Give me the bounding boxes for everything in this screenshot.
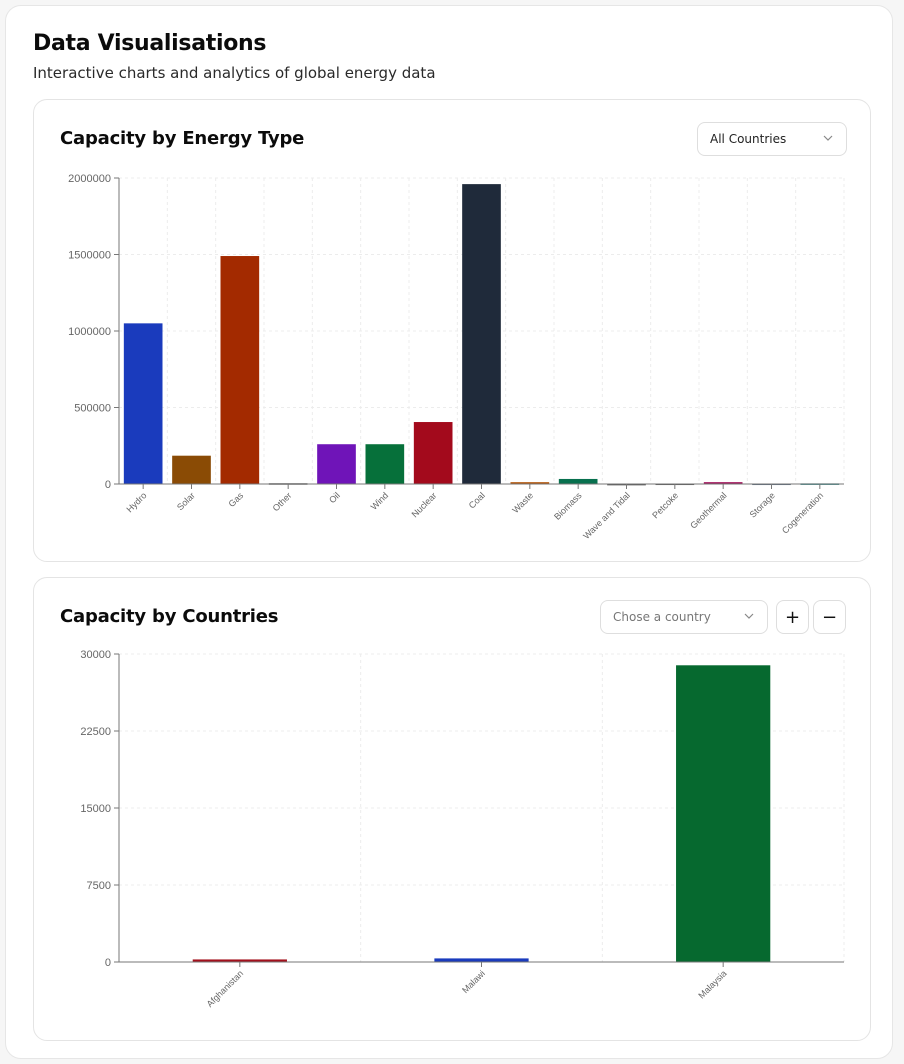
- bar-nuclear[interactable]: [413, 422, 453, 484]
- x-tick-label: Oil: [327, 490, 342, 505]
- y-tick-label: 1500000: [68, 250, 111, 262]
- bar-solar[interactable]: [172, 455, 211, 484]
- y-tick-label: 1000000: [68, 326, 111, 338]
- energy-type-card: Capacity by Energy Type All Countries 05…: [33, 99, 871, 562]
- y-tick-label: 0: [105, 957, 111, 969]
- y-tick-label: 500000: [74, 403, 111, 415]
- x-tick-label: Storage: [748, 490, 777, 519]
- energy-type-bar-chart: 0 500000 1000000 1500000 2000000 Hydro Solar Ga…: [68, 173, 845, 541]
- page-subtitle: Interactive charts and analytics of glob…: [33, 64, 436, 82]
- x-tick-label: Waste: [510, 490, 535, 515]
- bar-gas[interactable]: [220, 256, 260, 484]
- x-tick-label: Solar: [175, 490, 197, 512]
- y-tick-label: 7500: [87, 880, 111, 892]
- bar-oil[interactable]: [317, 444, 356, 484]
- y-tick-label: 0: [105, 479, 111, 491]
- x-tick-label: Malawi: [460, 968, 487, 995]
- y-tick-label: 2000000: [68, 173, 111, 185]
- x-tick-label: Gas: [226, 490, 245, 509]
- x-tick-label: Malaysia: [696, 968, 728, 1000]
- bar-malawi[interactable]: [434, 958, 529, 962]
- countries-bar-chart: 0 7500 15000 22500 30000 Afghanistan Malawi Mal…: [80, 649, 845, 1009]
- bar-wind[interactable]: [365, 444, 405, 484]
- page-title: Data Visualisations: [33, 31, 267, 56]
- countries-card: Capacity by Countries Chose a country + …: [33, 577, 871, 1041]
- bar-malaysia[interactable]: [676, 665, 771, 962]
- x-tick-label: Hydro: [125, 490, 149, 514]
- x-tick-label: Wind: [369, 490, 391, 512]
- y-tick-label: 22500: [80, 726, 111, 738]
- x-tick-label: Petcoke: [650, 490, 680, 520]
- y-tick-label: 30000: [80, 649, 111, 661]
- x-tick-label: Other: [271, 490, 294, 513]
- x-tick-label: Nuclear: [410, 490, 439, 519]
- x-tick-label: Geothermal: [688, 490, 728, 530]
- y-tick-label: 15000: [80, 803, 111, 815]
- x-tick-label: Cogeneration: [780, 490, 825, 535]
- x-tick-label: Wave and Tidal: [581, 490, 632, 541]
- x-tick-label: Coal: [467, 490, 487, 510]
- bar-hydro[interactable]: [123, 323, 163, 484]
- bar-coal[interactable]: [462, 184, 501, 484]
- bar-biomass[interactable]: [558, 478, 598, 484]
- visualisations-panel: Data Visualisations Interactive charts a…: [5, 5, 893, 1059]
- x-tick-label: Biomass: [552, 490, 584, 522]
- x-tick-label: Afghanistan: [205, 968, 246, 1009]
